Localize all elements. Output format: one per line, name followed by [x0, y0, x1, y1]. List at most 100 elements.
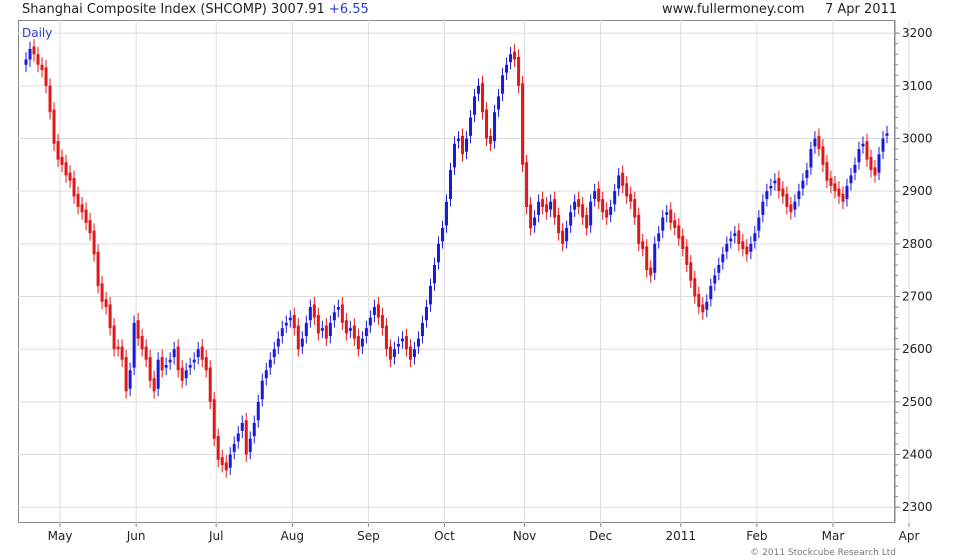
- candle-body: [853, 164, 857, 173]
- candle-body: [112, 325, 116, 350]
- candle-body: [609, 206, 613, 215]
- candle-body: [396, 343, 400, 347]
- candle-body: [400, 338, 404, 342]
- candle-body: [376, 304, 380, 318]
- candle-body: [509, 54, 513, 63]
- candle-body: [180, 367, 184, 381]
- candle-body: [673, 220, 677, 229]
- x-tick-label: Oct: [434, 529, 455, 543]
- candle-body: [412, 349, 416, 358]
- candle-body: [589, 201, 593, 226]
- candle-body: [729, 238, 733, 242]
- candle-body: [324, 325, 328, 339]
- candle-body: [781, 188, 785, 197]
- candle-body: [80, 204, 84, 213]
- candle-body: [721, 254, 725, 263]
- candle-body: [76, 193, 80, 207]
- candle-body: [581, 204, 585, 218]
- candle-body: [805, 170, 809, 179]
- candle-body: [701, 304, 705, 313]
- candle-body: [849, 175, 853, 184]
- candle-body: [388, 346, 392, 360]
- candle-body: [821, 146, 825, 165]
- candle-body: [240, 422, 244, 431]
- period-label: Daily: [22, 26, 53, 40]
- candle-body: [837, 188, 841, 197]
- candle-body: [172, 349, 176, 358]
- candle-body: [452, 143, 456, 168]
- candle-body: [797, 191, 801, 200]
- candle-body: [505, 64, 509, 73]
- candle-body: [368, 317, 372, 326]
- candle-body: [493, 112, 497, 142]
- candle-body: [477, 85, 481, 94]
- candle-body: [533, 217, 537, 226]
- candle-body: [192, 359, 196, 363]
- candle-body: [340, 304, 344, 323]
- x-tick-label: Mar: [822, 529, 845, 543]
- candle-body: [817, 135, 821, 150]
- candle-body: [248, 438, 252, 452]
- candle-body: [725, 243, 729, 252]
- candle-body: [140, 336, 144, 350]
- candle-body: [132, 322, 136, 368]
- candle-body: [424, 307, 428, 321]
- candle-body: [861, 143, 865, 147]
- candle-body: [873, 167, 877, 176]
- candle-body: [601, 199, 605, 213]
- candle-body: [128, 370, 132, 389]
- candle-body: [224, 462, 228, 471]
- candle-body: [88, 220, 92, 234]
- candle-body: [685, 246, 689, 265]
- candle-body: [689, 262, 693, 281]
- candle-body: [661, 217, 665, 231]
- candle-body: [300, 338, 304, 347]
- candle-body: [284, 322, 288, 326]
- candle-body: [348, 328, 352, 331]
- candle-body: [144, 346, 148, 360]
- candle-body: [56, 141, 60, 160]
- candle-body: [52, 109, 56, 144]
- candle-body: [829, 178, 833, 186]
- candle-body: [585, 214, 589, 229]
- candle-body: [148, 357, 152, 381]
- candle-body: [613, 191, 617, 205]
- candle-body: [72, 178, 76, 197]
- candle-body: [252, 422, 256, 437]
- candle-body: [356, 336, 360, 350]
- candle-body: [637, 214, 641, 244]
- candle-body: [681, 235, 685, 250]
- candle-body: [304, 322, 308, 337]
- candle-body: [444, 201, 448, 226]
- candle-body: [244, 420, 248, 455]
- candle-body: [40, 64, 44, 71]
- candle-body: [168, 359, 172, 363]
- candle-body: [176, 346, 180, 371]
- candle-body: [96, 251, 100, 286]
- candle-body: [188, 364, 192, 368]
- candle-body: [621, 172, 625, 186]
- candle-body: [605, 209, 609, 218]
- candle-body: [156, 359, 160, 389]
- y-tick-label: 2400: [902, 448, 933, 462]
- candlestick-chart: 2300 2400 2500 2600 2700 2800 2900 3000 3100 3200…: [18, 20, 933, 543]
- candle-body: [773, 180, 777, 184]
- x-tick-label: May: [48, 529, 73, 543]
- candle-body: [360, 338, 364, 347]
- candle-body: [196, 349, 200, 358]
- candle-body: [92, 230, 96, 255]
- candle-body: [336, 307, 340, 310]
- candle-body: [785, 193, 789, 207]
- candle-body: [160, 357, 164, 371]
- candle-body: [461, 135, 465, 155]
- candle-body: [633, 199, 637, 218]
- candle-body: [212, 399, 216, 439]
- candle-body: [653, 243, 657, 273]
- x-tick-label: Jun: [126, 529, 146, 543]
- candle-body: [292, 314, 296, 329]
- candle-body: [448, 170, 452, 200]
- candle-body: [136, 320, 140, 339]
- candle-body: [845, 185, 849, 200]
- candle-body: [825, 162, 829, 181]
- candle-body: [296, 325, 300, 350]
